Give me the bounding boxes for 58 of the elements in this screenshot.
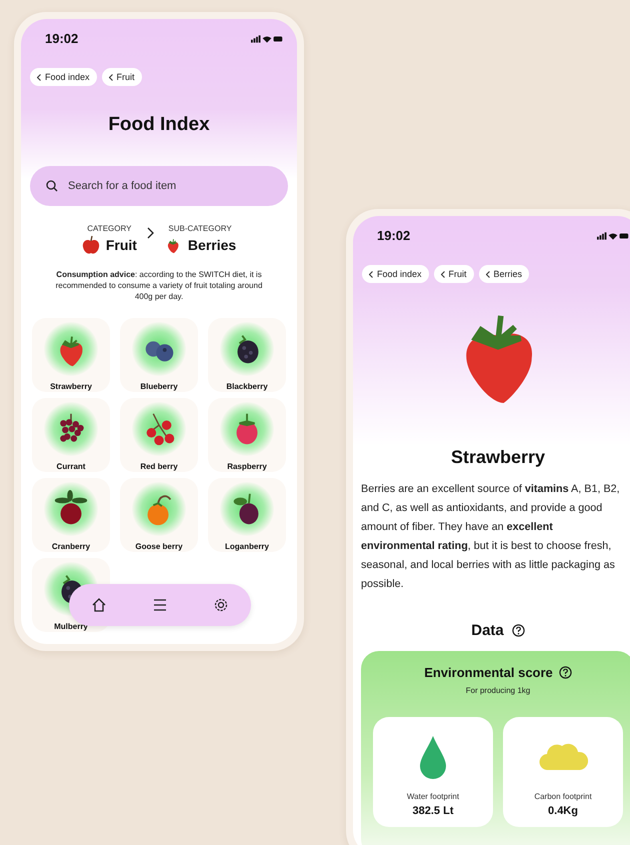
metric-value: 0.4Kg bbox=[548, 805, 578, 817]
settings-icon bbox=[212, 597, 229, 613]
food-name: Cranberry bbox=[52, 542, 90, 551]
home-icon bbox=[91, 597, 108, 613]
food-name: Strawberry bbox=[50, 382, 92, 391]
menu-icon bbox=[152, 597, 168, 613]
apple-icon bbox=[82, 235, 100, 255]
category-value: Fruit bbox=[106, 237, 137, 253]
chevron-right-icon bbox=[146, 227, 154, 239]
breadcrumb-link[interactable]: Berries bbox=[478, 265, 530, 283]
food-title: Strawberry bbox=[450, 447, 546, 468]
food-card[interactable]: Loganberry bbox=[208, 478, 286, 552]
food-name: Raspberry bbox=[227, 462, 267, 471]
status-icons bbox=[597, 232, 629, 240]
sub-category-label: SUB-CATEGORY bbox=[168, 224, 232, 233]
breadcrumb-link[interactable]: Food index bbox=[362, 265, 429, 283]
card-title: Environmental score bbox=[424, 665, 553, 680]
metric-label: Water footprint bbox=[406, 792, 460, 801]
page-title: Food Index bbox=[107, 114, 211, 136]
metric-value: 382.5 Lt bbox=[412, 805, 454, 817]
category-label: CATEGORY bbox=[87, 224, 132, 233]
card-subtitle: For producing 1kg bbox=[466, 686, 530, 695]
chevron-left-icon bbox=[440, 270, 445, 278]
breadcrumb-link[interactable]: Food index bbox=[30, 68, 97, 86]
chevron-left-icon bbox=[486, 270, 490, 278]
food-card[interactable]: Goose berry bbox=[120, 478, 198, 552]
food-name: Currant bbox=[56, 462, 86, 471]
food-card[interactable]: Raspberry bbox=[208, 398, 286, 472]
search-field[interactable]: Search for a food item bbox=[30, 166, 288, 206]
food-card[interactable]: Currant bbox=[32, 398, 110, 472]
metric-label: Carbon footprint bbox=[534, 792, 592, 801]
food-card[interactable]: Blackberry bbox=[208, 318, 286, 392]
breadcrumb-link[interactable]: Fruit bbox=[102, 68, 142, 86]
food-name: Red berry bbox=[140, 462, 178, 471]
status-time: 19:02 bbox=[45, 31, 78, 46]
help-icon[interactable] bbox=[512, 624, 525, 637]
food-card[interactable]: Cranberry bbox=[32, 478, 110, 552]
food-card[interactable]: Red berry bbox=[120, 398, 198, 472]
food-card[interactable]: Blueberry bbox=[120, 318, 198, 392]
status-time: 19:02 bbox=[377, 228, 410, 243]
help-icon[interactable] bbox=[558, 666, 572, 679]
consumption-advice: Consumption advice: according to the SWITCH diet, it is recommended to consume a variety of fruit totaling around 400g per day. bbox=[54, 269, 264, 302]
food-name: Goose berry bbox=[135, 542, 183, 551]
section-heading: Data bbox=[471, 622, 504, 639]
food-name: Blackberry bbox=[226, 382, 268, 391]
chevron-left-icon bbox=[369, 270, 373, 278]
search-placeholder: Search for a food item bbox=[68, 180, 176, 192]
sub-category-value: Berries bbox=[188, 237, 236, 253]
chevron-left-icon bbox=[37, 74, 41, 80]
status-icons bbox=[251, 34, 283, 42]
food-name: Mulberry bbox=[54, 622, 88, 631]
food-card[interactable]: Strawberry bbox=[32, 318, 110, 392]
breadcrumb-link[interactable]: Fruit bbox=[434, 265, 474, 283]
food-name: Loganberry bbox=[224, 542, 269, 551]
chevron-left-icon bbox=[108, 74, 113, 80]
search-icon bbox=[46, 180, 58, 192]
food-name: Blueberry bbox=[140, 382, 178, 391]
food-description: Berries are an excellent source of vitamins A, B1, B2, and C, as well as antioxidants, and provide a good amount of fiber. They have an excellent environmental rating, but it is best to choose fresh, seasonal, and local berries with as little packaging as possible. bbox=[361, 482, 621, 592]
